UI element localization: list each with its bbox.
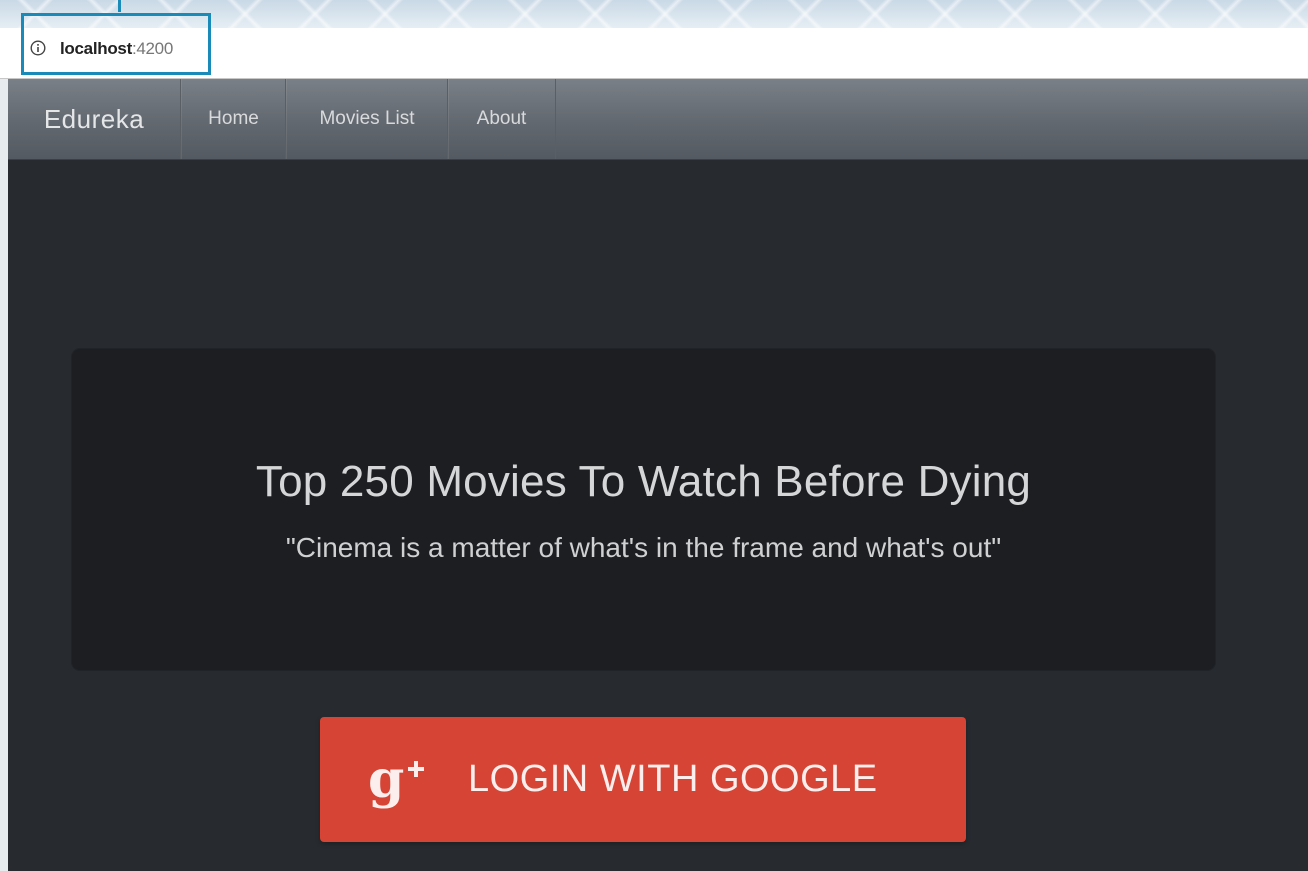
nav-item-about[interactable]: About	[447, 79, 556, 159]
nav-item-home[interactable]: Home	[180, 79, 286, 159]
svg-text:g: g	[368, 749, 404, 809]
tab-indicator	[118, 0, 121, 12]
page-content: Edureka Home Movies List About Top 250 M…	[8, 79, 1308, 871]
hero-jumbotron: Top 250 Movies To Watch Before Dying "Ci…	[72, 349, 1215, 670]
nav-item-movies-list[interactable]: Movies List	[285, 79, 448, 159]
navbar: Edureka Home Movies List About	[8, 79, 1308, 160]
window-edge	[0, 79, 8, 871]
url-highlight-box	[21, 13, 211, 75]
hero-title: Top 250 Movies To Watch Before Dying	[255, 457, 1032, 506]
navbar-brand[interactable]: Edureka	[8, 79, 180, 159]
google-plus-icon: g	[368, 749, 424, 809]
login-with-google-button[interactable]: g LOGIN WITH GOOGLE	[320, 717, 966, 842]
hero-quote: "Cinema is a matter of what's in the fra…	[285, 532, 1002, 563]
login-button-label: LOGIN WITH GOOGLE	[468, 758, 878, 800]
screenshot: localhost:4200 Edureka Home Movies List …	[0, 0, 1308, 871]
